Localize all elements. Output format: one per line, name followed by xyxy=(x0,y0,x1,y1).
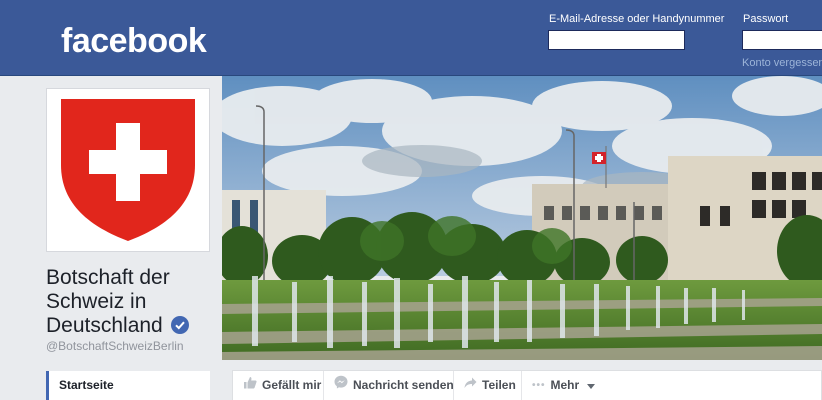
profile-picture[interactable] xyxy=(46,88,210,252)
like-button[interactable]: Gefällt mir xyxy=(243,371,321,400)
chevron-down-icon xyxy=(586,371,595,400)
password-label: Passwort xyxy=(743,13,789,25)
swiss-coat-of-arms-icon xyxy=(61,99,195,241)
page-title-line-2: Schweiz in xyxy=(46,290,147,313)
page-handle[interactable]: @BotschaftSchweizBerlin xyxy=(46,339,184,353)
email-label: E-Mail-Adresse oder Handynummer xyxy=(549,13,725,25)
action-divider xyxy=(323,371,324,400)
share-arrow-icon xyxy=(464,371,477,400)
verified-badge-icon xyxy=(170,316,189,334)
facebook-logo[interactable]: facebook xyxy=(61,22,207,61)
top-navigation-bar: facebook E-Mail-Adresse oder Handynummer… xyxy=(0,0,822,76)
cover-photo[interactable] xyxy=(222,76,822,360)
action-divider xyxy=(453,371,454,400)
thumbs-up-icon xyxy=(243,371,257,400)
email-input[interactable] xyxy=(548,30,685,50)
like-button-label: Gefällt mir xyxy=(262,378,322,392)
action-divider xyxy=(521,371,522,400)
send-message-button[interactable]: Nachricht senden xyxy=(334,371,454,400)
sidebar-item-startseite[interactable]: Startseite xyxy=(46,371,210,400)
page-title-line-1: Botschaft der xyxy=(46,266,170,289)
page-sidebar: Botschaft der Schweiz in Deutschland @Bo… xyxy=(0,76,222,400)
password-input[interactable] xyxy=(742,30,822,50)
more-button-label: Mehr xyxy=(550,378,580,392)
page-title[interactable]: Botschaft der Schweiz in Deutschland xyxy=(46,266,216,338)
more-button[interactable]: ••• Mehr xyxy=(532,371,595,400)
cover-photo-image xyxy=(222,76,822,360)
more-dots-icon: ••• xyxy=(532,380,546,392)
messenger-icon xyxy=(334,371,348,400)
page-title-line-3: Deutschland xyxy=(46,314,163,337)
share-button[interactable]: Teilen xyxy=(464,371,516,400)
forgot-account-link[interactable]: Konto vergessen? xyxy=(742,57,822,69)
send-message-button-label: Nachricht senden xyxy=(353,378,454,392)
page-action-bar: Gefällt mir Nachricht senden Teilen ••• M… xyxy=(232,370,822,400)
share-button-label: Teilen xyxy=(482,378,516,392)
